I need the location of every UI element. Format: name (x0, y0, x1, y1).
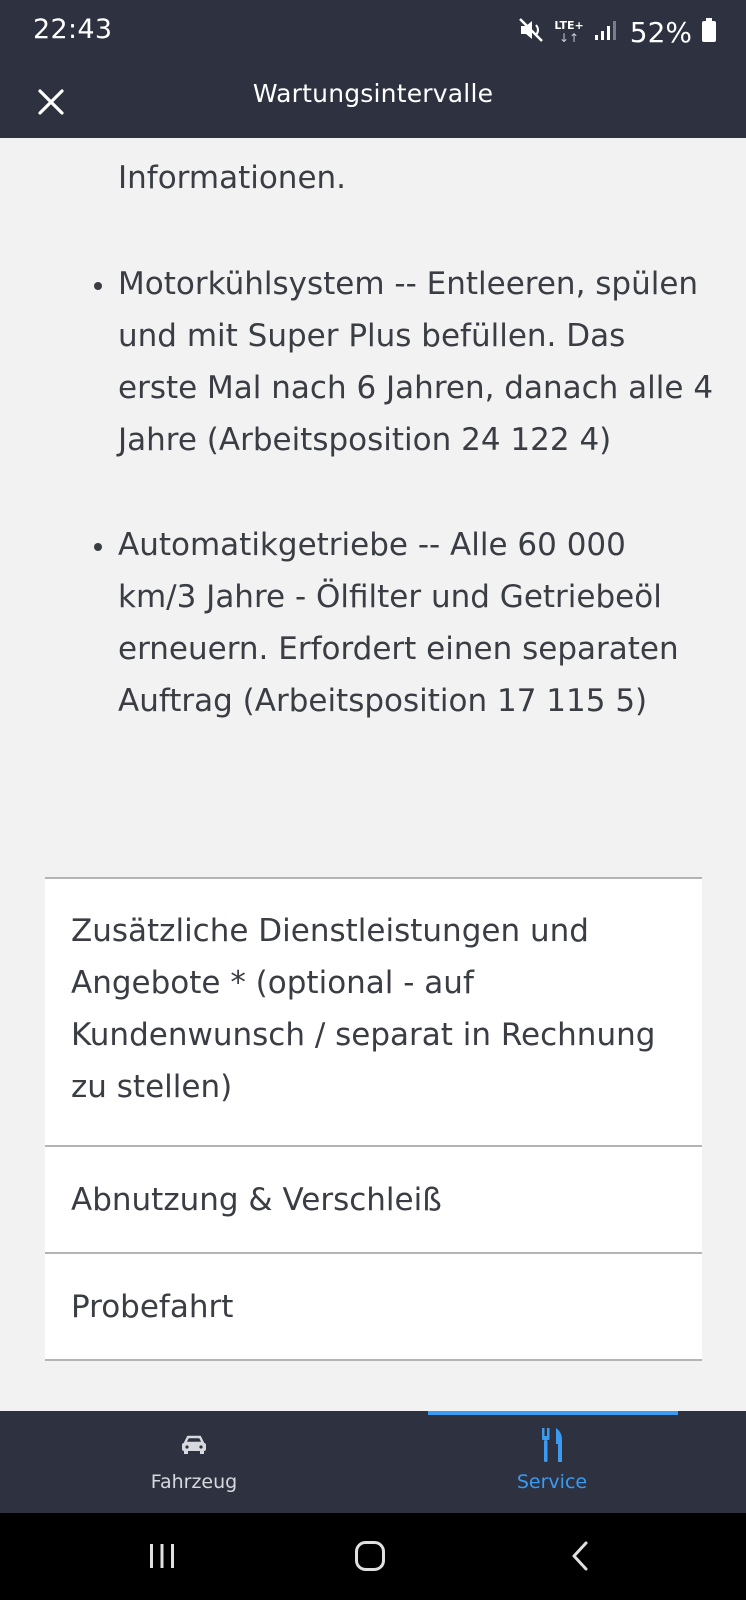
mute-vibrate-icon (518, 17, 544, 47)
list-item-automatic-transmission: Automatikgetriebe -- Alle 60 000 km/3 Ja… (94, 519, 714, 727)
home-icon (355, 1541, 385, 1571)
page-title: Wartungsintervalle (252, 79, 494, 108)
signal-icon (594, 19, 618, 45)
back-icon (572, 1541, 588, 1571)
battery-level: 52% (629, 15, 692, 49)
tab-vehicle[interactable]: Fahrzeug (110, 1411, 278, 1513)
back-button[interactable] (550, 1531, 610, 1581)
status-bar: 22:43 LTE+ ↓↑ 52% (0, 0, 746, 64)
system-navigation-bar (0, 1513, 746, 1600)
app-bar: Wartungsintervalle (0, 64, 746, 138)
section-list: Zusätzliche Dienstleistungen und Angebot… (45, 877, 702, 1361)
network-indicator: LTE+ ↓↑ (554, 20, 583, 45)
battery-icon (702, 18, 716, 46)
status-time: 22:43 (33, 14, 113, 45)
section-wear-and-tear[interactable]: Abnutzung & Verschleiß (45, 1147, 702, 1254)
content-scroll-area[interactable]: Informationen. Motorkühlsystem -- Entlee… (0, 138, 746, 1411)
data-arrows-icon: ↓↑ (558, 31, 580, 45)
recent-apps-button[interactable] (132, 1531, 192, 1581)
maintenance-list: Motorkühlsystem -- Entleeren, spülen und… (94, 258, 714, 780)
tools-icon (538, 1425, 566, 1465)
text-fragment: Informationen. (118, 160, 347, 196)
tab-vehicle-label: Fahrzeug (150, 1471, 238, 1493)
home-button[interactable] (340, 1531, 400, 1581)
car-icon (180, 1425, 208, 1465)
recent-apps-icon (150, 1544, 174, 1568)
bottom-navigation: Fahrzeug Service (0, 1411, 746, 1513)
list-item-cooling-system: Motorkühlsystem -- Entleeren, spülen und… (94, 258, 714, 466)
status-icons: LTE+ ↓↑ 52% (508, 12, 716, 52)
section-additional-services[interactable]: Zusätzliche Dienstleistungen und Angebot… (45, 879, 702, 1147)
tab-service-label: Service (516, 1471, 588, 1493)
section-test-drive[interactable]: Probefahrt (45, 1254, 702, 1361)
tab-service[interactable]: Service (468, 1411, 636, 1513)
